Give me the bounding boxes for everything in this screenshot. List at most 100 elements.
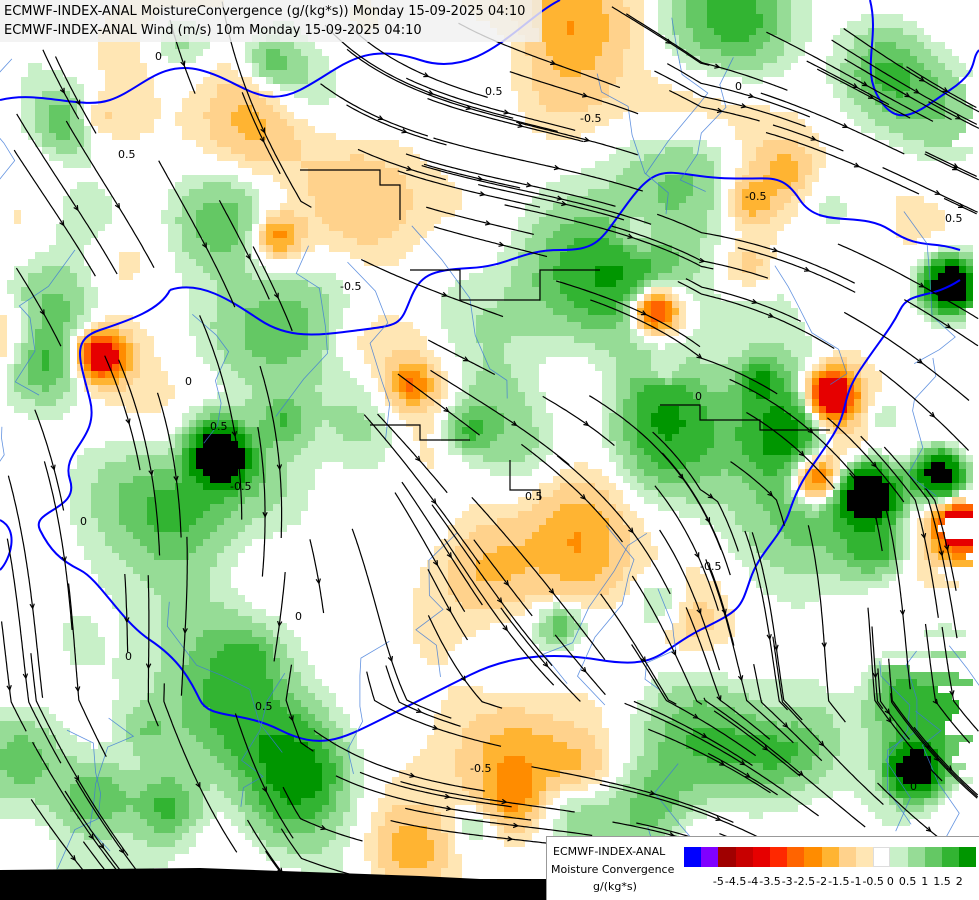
field-cell — [0, 756, 42, 763]
field-cell — [63, 623, 98, 630]
field-cell — [224, 385, 252, 392]
field-cell — [861, 399, 868, 406]
field-cell — [252, 441, 273, 448]
field-cell — [343, 756, 350, 763]
field-cell — [84, 357, 91, 364]
field-cell — [238, 826, 252, 833]
weather-map[interactable]: 00.5-0.500.5-0.500.5-0.500.5-0.500.5-0.5… — [0, 0, 979, 900]
field-cell — [847, 546, 889, 553]
field-cell — [805, 371, 812, 378]
field-cell — [882, 728, 896, 735]
field-cell — [861, 714, 875, 721]
contour-label: 0.5 — [255, 700, 273, 713]
field-cell — [861, 707, 875, 714]
field-cell — [413, 427, 434, 434]
field-cell — [483, 749, 581, 756]
field-cell — [532, 623, 539, 630]
field-cell — [511, 63, 532, 70]
field-cell — [126, 560, 217, 567]
field-cell — [532, 0, 602, 7]
field-cell — [889, 756, 903, 763]
field-cell — [448, 861, 462, 868]
field-cell — [735, 182, 749, 189]
field-cell — [119, 497, 147, 504]
field-cell — [539, 805, 546, 812]
field-cell — [112, 672, 154, 679]
field-cell — [812, 364, 819, 371]
field-cell — [924, 525, 931, 532]
field-cell — [42, 308, 70, 315]
field-cell — [651, 294, 665, 301]
field-cell — [0, 329, 7, 336]
field-cell — [700, 308, 798, 315]
field-cell — [238, 224, 252, 231]
field-cell — [231, 413, 266, 420]
field-cell — [861, 385, 868, 392]
field-cell — [532, 532, 574, 539]
field-cell — [861, 679, 868, 686]
field-cell — [63, 294, 84, 301]
field-cell — [63, 322, 77, 329]
field-cell — [294, 231, 308, 238]
field-cell — [602, 763, 609, 770]
field-cell — [392, 350, 420, 357]
field-cell — [777, 154, 791, 161]
field-cell — [700, 518, 735, 525]
field-cell — [511, 336, 574, 343]
field-cell — [238, 210, 252, 217]
field-cell — [133, 707, 182, 714]
field-cell — [238, 609, 266, 616]
field-cell — [308, 315, 329, 322]
field-cell — [266, 231, 273, 238]
field-cell — [742, 392, 756, 399]
field-cell — [819, 462, 826, 469]
field-cell — [77, 455, 126, 462]
field-cell — [714, 28, 756, 35]
field-cell — [896, 532, 903, 539]
field-cell — [959, 469, 966, 476]
field-cell — [896, 539, 903, 546]
contour-label: -0.5 — [745, 190, 766, 203]
contour-label: 0 — [185, 375, 192, 388]
field-cell — [427, 833, 448, 840]
field-cell — [413, 616, 511, 623]
field-cell — [154, 679, 182, 686]
field-cell — [868, 749, 882, 756]
field-cell — [287, 644, 301, 651]
field-cell — [399, 770, 455, 777]
field-cell — [28, 413, 63, 420]
field-cell — [903, 546, 910, 553]
field-cell — [182, 819, 196, 826]
field-cell — [280, 112, 294, 119]
field-cell — [196, 413, 210, 420]
field-cell — [427, 378, 434, 385]
contour-label: -0.5 — [580, 112, 601, 125]
field-cell — [98, 742, 133, 749]
field-cell — [259, 63, 266, 70]
field-cell — [308, 707, 329, 714]
field-cell — [196, 735, 224, 742]
field-cell — [182, 455, 189, 462]
field-cell — [959, 462, 966, 469]
field-cell — [56, 735, 77, 742]
field-cell — [63, 630, 98, 637]
field-cell — [126, 455, 175, 462]
field-cell — [399, 224, 434, 231]
field-cell — [525, 707, 602, 714]
field-cell — [735, 126, 812, 133]
field-cell — [798, 161, 812, 168]
field-cell — [119, 350, 126, 357]
field-cell — [497, 791, 532, 798]
field-cell — [413, 588, 448, 595]
field-cell — [553, 490, 609, 497]
field-cell — [868, 378, 882, 385]
field-cell — [196, 462, 245, 469]
field-cell — [896, 525, 903, 532]
map-viewport[interactable]: 0 0.5 -0.5 0 0.5 -0.5 0 0.5 -0.5 0 0.5 -0.5 0 0.5 -0.5… — [0, 0, 979, 900]
field-cell — [133, 350, 140, 357]
field-cell — [847, 497, 889, 504]
field-cell — [567, 616, 574, 623]
field-cell — [833, 756, 868, 763]
field-cell — [595, 56, 623, 63]
field-cell — [532, 84, 609, 91]
